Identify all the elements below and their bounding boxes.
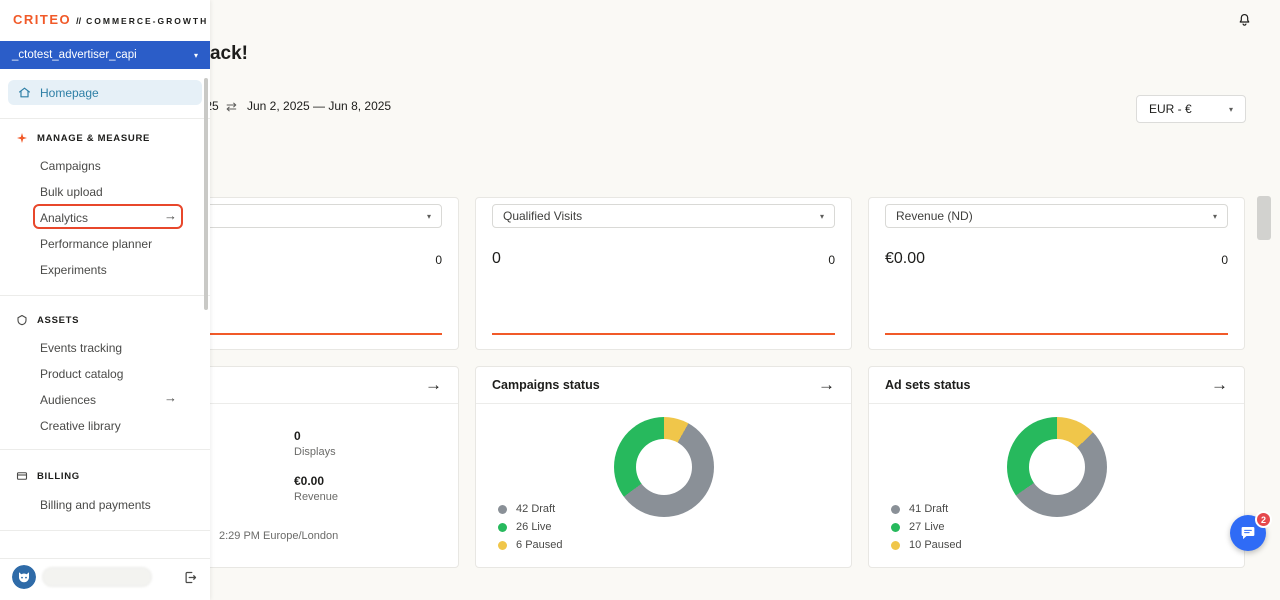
kpi-metric-selector[interactable]: Qualified Visits ▾ [492, 204, 835, 228]
date-range-current[interactable]: Jun 2, 2025 — Jun 8, 2025 [247, 99, 391, 113]
legend-item: 6 Paused [498, 539, 563, 551]
legend-item: 10 Paused [891, 539, 962, 551]
chevron-down-icon: ▾ [820, 212, 824, 221]
revenue-value: €0.00 [294, 474, 324, 488]
billing-icon [16, 470, 28, 482]
campaigns-status-header: Campaigns status → [476, 367, 851, 404]
sidebar-item-creative-library[interactable]: Creative library [40, 419, 121, 433]
live-dot-icon [498, 523, 507, 532]
chevron-down-icon: ▾ [1213, 212, 1217, 221]
kpi-value: €0.00 [885, 250, 925, 268]
draft-dot-icon [891, 505, 900, 514]
sidebar-item-audiences[interactable]: Audiences [40, 393, 96, 407]
campaigns-status-donut-chart [614, 417, 714, 517]
compare-swap-icon: ⇄ [226, 99, 237, 115]
divider [0, 118, 210, 119]
adsets-status-legend: 41 Draft 27 Live 10 Paused [891, 503, 962, 551]
home-icon [18, 86, 31, 99]
paused-dot-icon [498, 541, 507, 550]
page-scrollbar-thumb[interactable] [1257, 196, 1271, 240]
paused-dot-icon [891, 541, 900, 550]
draft-dot-icon [498, 505, 507, 514]
legend-item: 26 Live [498, 521, 563, 533]
sidebar-item-analytics[interactable]: Analytics [40, 211, 88, 225]
section-manage-measure: MANAGE & MEASURE [16, 132, 150, 144]
displays-value: 0 [294, 429, 301, 443]
product-name: COMMERCE-GROWTH [86, 16, 208, 26]
user-name-redacted [42, 567, 152, 587]
sidebar: CRITEO // COMMERCE-GROWTH _ctotest_adver… [0, 0, 210, 600]
section-billing: BILLING [16, 470, 80, 482]
user-avatar[interactable] [12, 565, 36, 589]
submenu-arrow-icon: → [164, 208, 177, 223]
adsets-status-donut-chart [1007, 417, 1107, 517]
legend-item: 27 Live [891, 521, 962, 533]
kpi-card-2: Qualified Visits ▾ 0 0 [475, 197, 852, 350]
arrow-right-icon[interactable]: → [1211, 375, 1228, 395]
sidebar-item-product-catalog[interactable]: Product catalog [40, 367, 123, 381]
currency-value: EUR - € [1149, 102, 1192, 116]
legend-item: 41 Draft [891, 503, 962, 515]
divider [0, 295, 210, 296]
revenue-label: Revenue [294, 491, 338, 503]
adsets-status-title: Ad sets status [885, 378, 970, 392]
section-assets: ASSETS [16, 314, 79, 326]
sidebar-item-campaigns[interactable]: Campaigns [40, 159, 101, 173]
arrow-right-icon[interactable]: → [818, 375, 835, 395]
divider [0, 558, 210, 559]
assets-icon [16, 314, 28, 326]
kpi-metric-label: Qualified Visits [503, 209, 582, 223]
sidebar-scrollbar-thumb[interactable] [204, 78, 208, 310]
manage-measure-icon [16, 132, 28, 144]
live-dot-icon [891, 523, 900, 532]
adsets-status-card: Ad sets status → 41 Draft 27 Live 10 Pau… [868, 366, 1245, 568]
kpi-sparkline-flat [885, 333, 1228, 335]
kpi-sparkline-flat [492, 333, 835, 335]
kpi-card-3: Revenue (ND) ▾ €0.00 0 [868, 197, 1245, 350]
divider [0, 530, 210, 531]
kpi-value: 0 [492, 250, 501, 268]
sidebar-item-bulk-upload[interactable]: Bulk upload [40, 185, 103, 199]
campaigns-status-legend: 42 Draft 26 Live 6 Paused [498, 503, 563, 551]
criteo-logo: CRITEO [13, 12, 71, 27]
currency-selector[interactable]: EUR - € ▾ [1136, 95, 1246, 123]
sidebar-item-events-tracking[interactable]: Events tracking [40, 341, 122, 355]
adsets-status-header: Ad sets status → [869, 367, 1244, 404]
sidebar-item-experiments[interactable]: Experiments [40, 263, 107, 277]
divider [0, 449, 210, 450]
campaigns-status-card: Campaigns status → 42 Draft 26 Live 6 Pa… [475, 366, 852, 568]
sidebar-item-billing-and-payments[interactable]: Billing and payments [40, 498, 151, 512]
kpi-secondary-value: 0 [828, 253, 835, 267]
sign-out-icon[interactable] [183, 570, 198, 585]
advertiser-selector[interactable]: _ctotest_advertiser_capi ▾ [0, 41, 210, 69]
sidebar-item-homepage[interactable]: Homepage [8, 80, 202, 105]
notifications-bell-icon[interactable] [1236, 11, 1253, 33]
kpi-metric-label: Revenue (ND) [896, 209, 973, 223]
chat-unread-badge: 2 [1255, 511, 1272, 528]
last-update-timestamp: 2:29 PM Europe/London [219, 530, 338, 542]
chevron-down-icon: ▾ [427, 212, 431, 221]
user-account-row [12, 565, 198, 589]
kpi-secondary-value: 0 [1221, 253, 1228, 267]
submenu-arrow-icon: → [164, 390, 177, 405]
campaigns-status-title: Campaigns status [492, 378, 600, 392]
kpi-secondary-value: 0 [435, 253, 442, 267]
displays-label: Displays [294, 446, 336, 458]
advertiser-name: _ctotest_advertiser_capi [12, 49, 137, 61]
chevron-down-icon: ▾ [1229, 105, 1233, 114]
kpi-metric-selector[interactable]: Revenue (ND) ▾ [885, 204, 1228, 228]
legend-item: 42 Draft [498, 503, 563, 515]
chevron-down-icon: ▾ [194, 51, 198, 60]
arrow-right-icon[interactable]: → [425, 375, 442, 395]
sidebar-item-performance-planner[interactable]: Performance planner [40, 237, 152, 251]
sidebar-item-label: Homepage [40, 86, 99, 100]
brand-logo[interactable]: CRITEO // COMMERCE-GROWTH [13, 12, 208, 27]
